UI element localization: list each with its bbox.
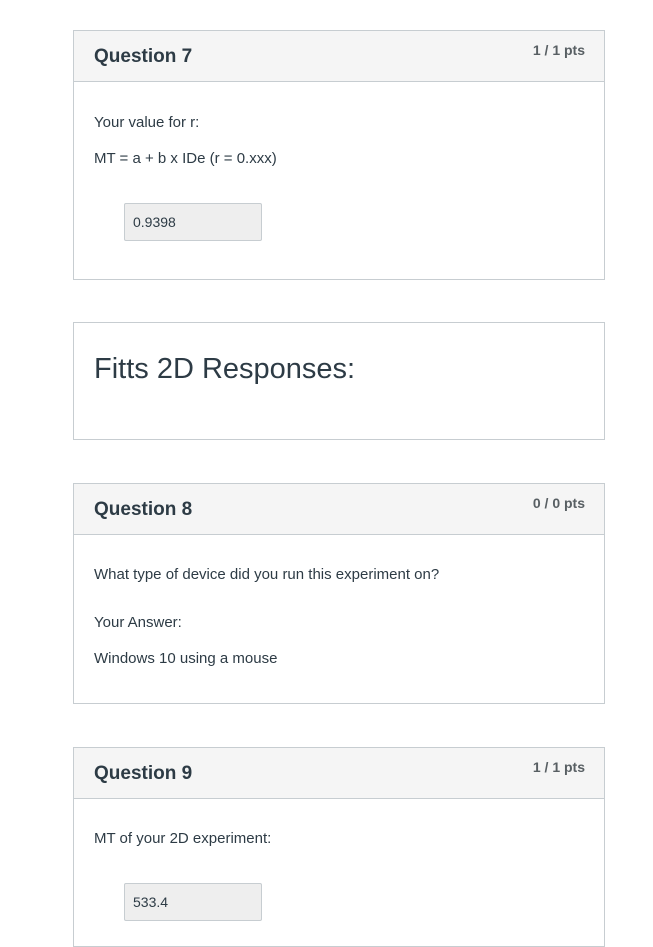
question-8-header: Question 8 0 / 0 pts: [74, 484, 604, 535]
question-9-header: Question 9 1 / 1 pts: [74, 748, 604, 799]
question-9-points: 1 / 1 pts: [532, 759, 585, 775]
fitts-2d-section-card: Fitts 2D Responses:: [73, 322, 605, 440]
question-8-title: Question 8: [94, 499, 193, 520]
question-8-card: Question 8 0 / 0 pts What type of device…: [73, 483, 605, 704]
question-7-points: 1 / 1 pts: [532, 42, 585, 58]
section-title: Fitts 2D Responses:: [94, 353, 356, 385]
question-7-card: Question 7 1 / 1 pts Your value for r: M…: [73, 30, 605, 280]
question-8-points: 0 / 0 pts: [532, 495, 585, 511]
question-9-title: Question 9: [94, 763, 193, 784]
question-9-card: Question 9 1 / 1 pts MT of your 2D exper…: [73, 747, 605, 947]
question-7-title: Question 7: [94, 46, 193, 67]
question-7-formula: MT = a + b x IDe (r = 0.xxx): [94, 150, 277, 167]
question-7-answer: 0.9398: [124, 203, 262, 241]
question-7-prompt: Your value for r:: [94, 114, 200, 131]
question-9-prompt: MT of your 2D experiment:: [94, 830, 272, 847]
question-8-prompt: What type of device did you run this exp…: [94, 566, 440, 583]
question-8-answer: Windows 10 using a mouse: [94, 650, 278, 667]
question-9-answer: 533.4: [124, 883, 262, 921]
question-7-header: Question 7 1 / 1 pts: [74, 31, 604, 82]
question-8-answer-label: Your Answer:: [94, 614, 182, 631]
